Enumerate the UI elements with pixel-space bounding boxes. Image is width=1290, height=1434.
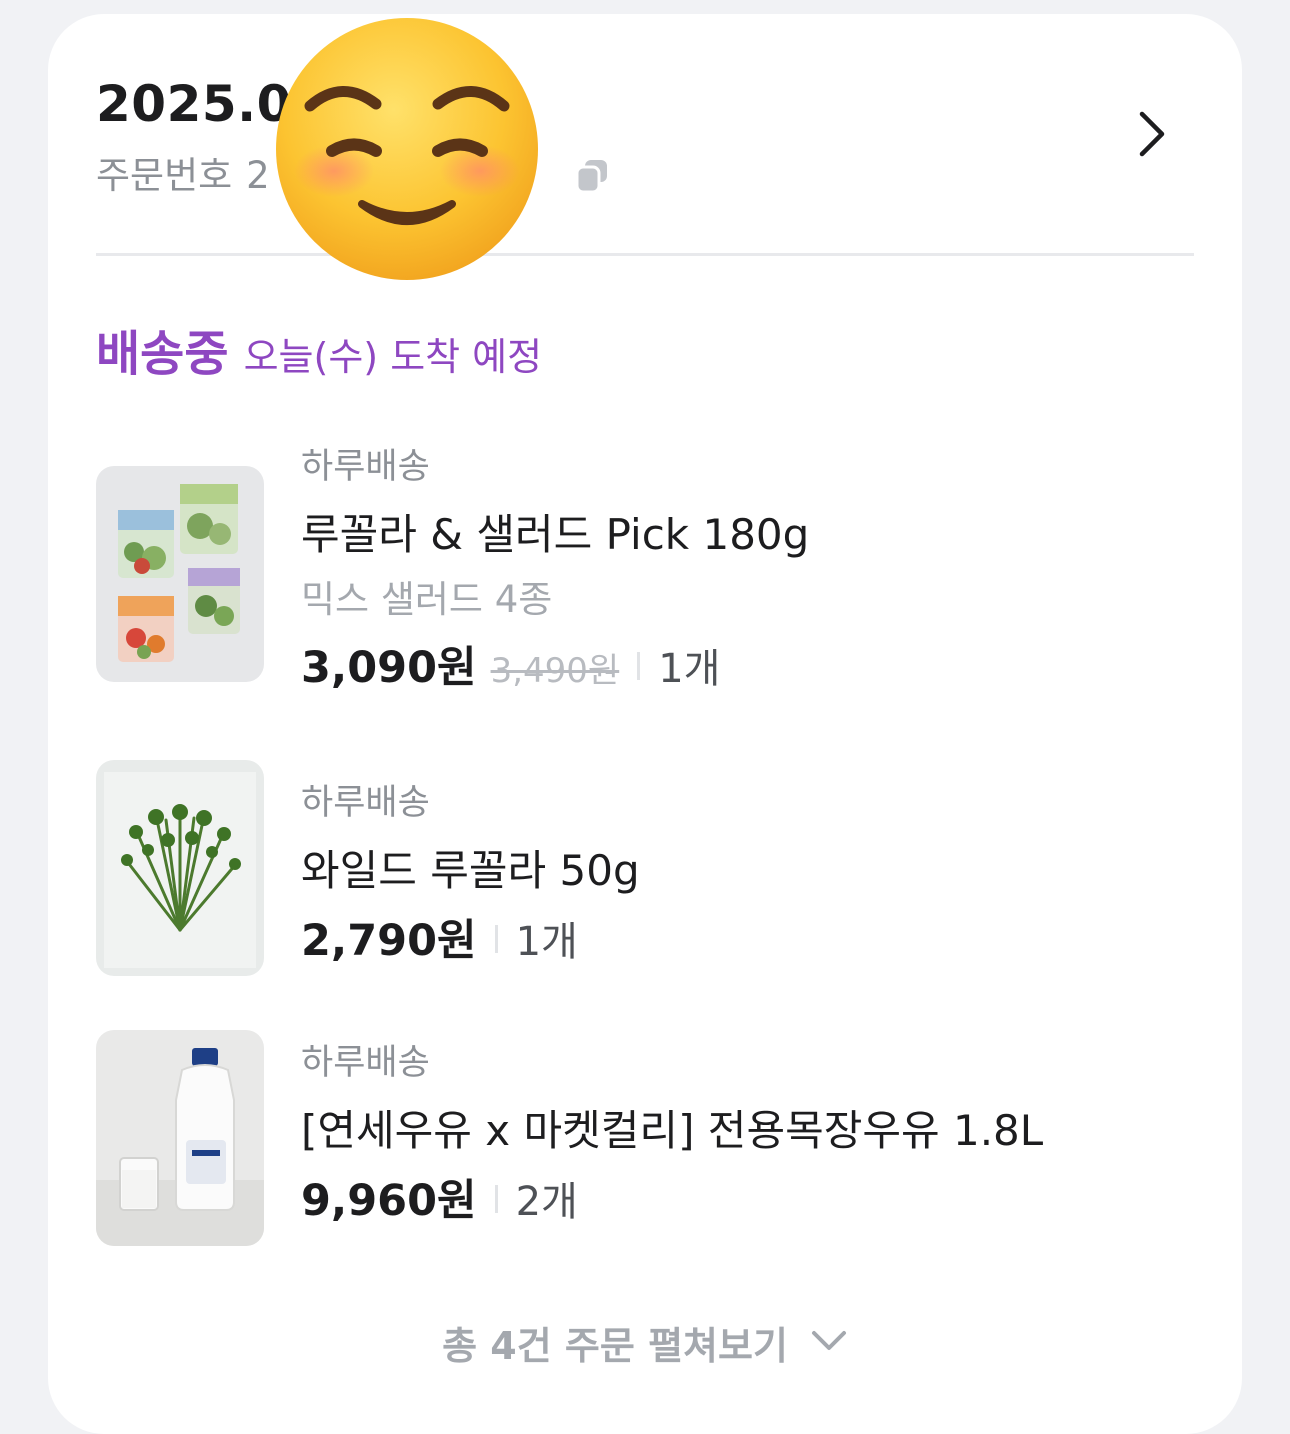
price-separator [494, 1185, 498, 1214]
quantity: 1개 [515, 919, 578, 966]
order-item-wild-rucola[interactable]: 하루배송 와일드 루꼴라 50g 2,790원 1개 [96, 760, 1196, 980]
order-card: 2025.02 주문번호21 배송중 오늘(수) 도착 예정 [48, 14, 1242, 1434]
delivery-status: 배송중 오늘(수) 도착 예정 [96, 326, 542, 384]
divider [96, 253, 1194, 256]
price: 9,960원 [301, 1176, 477, 1227]
original-price: 3,490원 [490, 650, 620, 691]
status-label: 배송중 [96, 326, 229, 382]
product-option: 믹스 샐러드 4종 [301, 578, 553, 622]
delivery-type: 하루배송 [301, 447, 430, 487]
smiling-face-emoji-icon [276, 18, 538, 280]
price-row: 2,790원 1개 [301, 916, 1196, 968]
chevron-down-icon [811, 1331, 846, 1350]
product-name: 와일드 루꼴라 50g [301, 846, 640, 895]
product-name: [연세우유 x 마켓컬리] 전용목장우유 1.8L [301, 1106, 1044, 1155]
order-number-label: 주문번호 [96, 154, 233, 197]
order-detail-button[interactable] [1128, 106, 1178, 162]
expand-label: 총 4건 주문 펼쳐보기 [442, 1324, 788, 1368]
price-separator [637, 651, 641, 680]
order-number-value: 2 [246, 154, 270, 197]
price: 2,790원 [301, 916, 477, 967]
order-item-salad-pick[interactable]: 하루배송 루꼴라 & 샐러드 Pick 180g 믹스 샐러드 4종 3,090… [96, 447, 1196, 693]
quantity: 2개 [515, 1179, 578, 1226]
copy-order-number-button[interactable] [572, 156, 612, 196]
price-row: 9,960원 2개 [301, 1176, 1196, 1228]
price: 3,090원 [301, 642, 477, 693]
expand-orders-button[interactable]: 총 4건 주문 펼쳐보기 [48, 1324, 1242, 1370]
order-item-milk[interactable]: 하루배송 [연세우유 x 마켓컬리] 전용목장우유 1.8L 9,960원 2개 [96, 1030, 1196, 1250]
quantity: 1개 [658, 645, 721, 692]
item-info: 하루배송 루꼴라 & 샐러드 Pick 180g 믹스 샐러드 4종 3,090… [301, 447, 1196, 695]
chevron-right-icon [1139, 111, 1165, 157]
item-info: 하루배송 와일드 루꼴라 50g 2,790원 1개 [301, 760, 1196, 968]
product-name: 루꼴라 & 샐러드 Pick 180g [301, 510, 810, 559]
product-image[interactable] [96, 1030, 264, 1246]
delivery-type: 하루배송 [301, 783, 430, 823]
delivery-type: 하루배송 [301, 1043, 430, 1083]
price-row: 3,090원 3,490원 1개 [301, 643, 1196, 695]
status-eta: 오늘(수) 도착 예정 [243, 335, 543, 379]
product-image[interactable] [96, 466, 264, 682]
copy-icon [575, 160, 607, 194]
price-separator [494, 925, 498, 954]
product-image[interactable] [96, 760, 264, 976]
item-info: 하루배송 [연세우유 x 마켓컬리] 전용목장우유 1.8L 9,960원 2개 [301, 1030, 1196, 1228]
